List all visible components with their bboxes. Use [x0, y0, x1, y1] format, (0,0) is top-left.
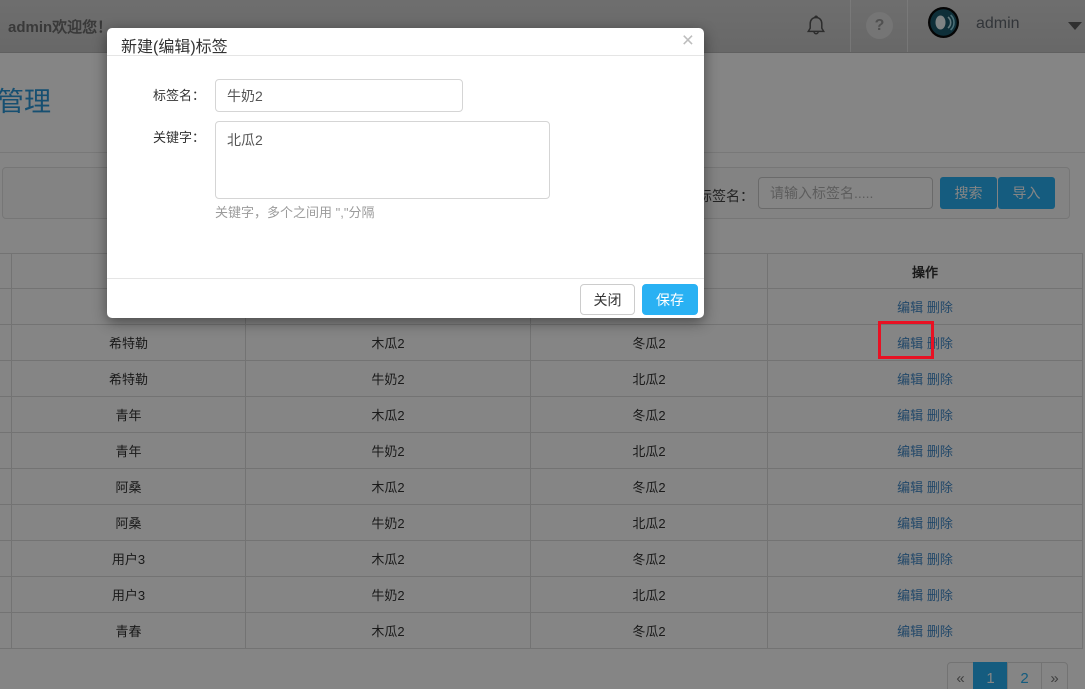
modal-title: 新建(编辑)标签	[121, 33, 228, 57]
keyword-help-text: 关键字，多个之间用 ","分隔	[215, 202, 374, 221]
modal-save-button[interactable]: 保存	[642, 284, 698, 315]
tag-name-field[interactable]	[215, 79, 463, 112]
modal-footer: 关闭 保存	[107, 278, 704, 318]
modal-header: 新建(编辑)标签 ×	[107, 28, 704, 56]
tag-name-label: 标签名：	[137, 85, 205, 104]
close-icon[interactable]: ×	[682, 29, 694, 53]
modal-close-button[interactable]: 关闭	[580, 284, 635, 315]
edit-tag-modal: 新建(编辑)标签 × 标签名： 关键字： 北瓜2 关键字，多个之间用 ","分隔…	[107, 28, 704, 318]
app-window: admin欢迎您！ ? admin 管理 标签名： 搜索	[0, 0, 1085, 689]
keyword-label: 关键字：	[137, 127, 205, 146]
highlight-box	[878, 321, 934, 359]
keyword-field[interactable]: 北瓜2	[215, 121, 550, 199]
